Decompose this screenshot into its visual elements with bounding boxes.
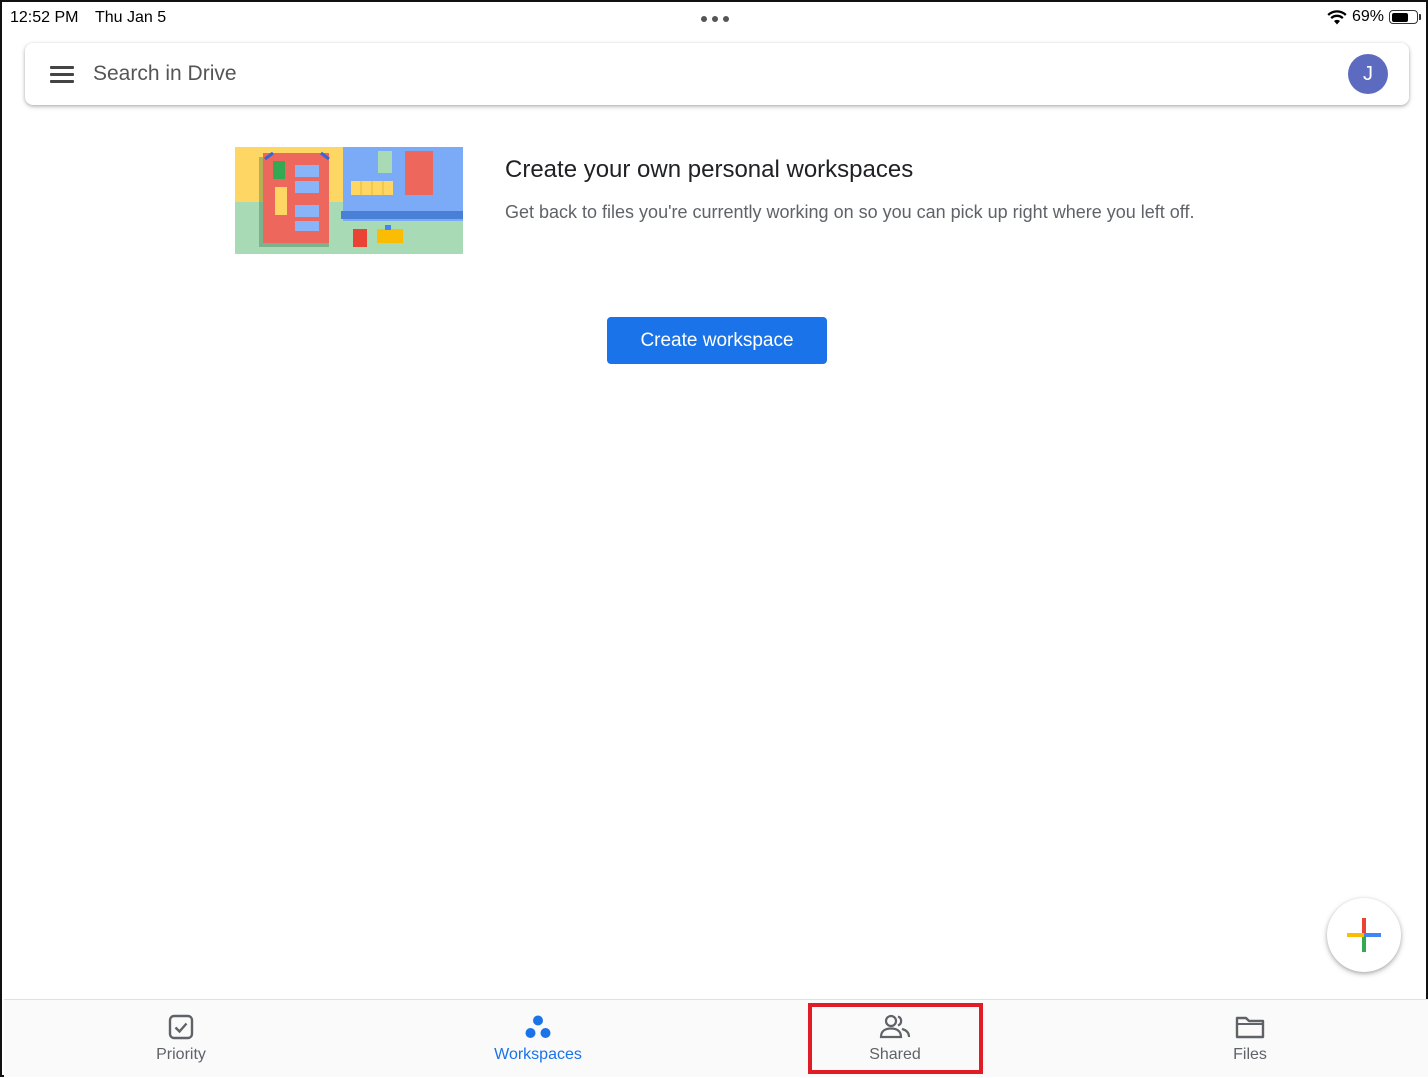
status-date: Thu Jan 5 — [95, 9, 167, 26]
priority-icon — [168, 1014, 194, 1040]
new-item-fab[interactable] — [1327, 898, 1401, 972]
status-bar: 12:52 PM Thu Jan 5 69% — [2, 2, 1426, 36]
search-input[interactable] — [93, 55, 1293, 93]
workspace-illustration — [235, 147, 463, 254]
folder-icon — [1235, 1016, 1265, 1039]
bottom-nav: Priority Workspaces Shared Files — [4, 999, 1428, 1077]
nav-label-shared: Shared — [869, 1046, 921, 1063]
nav-priority[interactable]: Priority — [81, 1000, 281, 1078]
status-indicators: 69% — [1327, 8, 1421, 26]
battery-percent: 69% — [1351, 8, 1384, 25]
app-window: 12:52 PM Thu Jan 5 69% J — [0, 0, 1428, 1077]
create-workspace-button[interactable]: Create workspace — [607, 317, 827, 364]
avatar[interactable]: J — [1348, 54, 1388, 94]
workspaces-icon — [525, 1015, 551, 1038]
nav-files[interactable]: Files — [1150, 1000, 1350, 1078]
shared-icon — [879, 1014, 911, 1039]
nav-label-priority: Priority — [156, 1046, 206, 1063]
search-bar: J — [25, 43, 1409, 105]
wifi-icon — [1327, 9, 1347, 24]
multitasking-dots-icon[interactable] — [701, 16, 729, 22]
promo-description: Get back to files you're currently worki… — [505, 202, 1195, 222]
menu-icon[interactable] — [50, 66, 74, 83]
promo-title: Create your own personal workspaces — [505, 156, 914, 183]
nav-label-files: Files — [1233, 1046, 1267, 1063]
status-time: 12:52 PM — [10, 9, 79, 26]
battery-icon — [1389, 10, 1421, 24]
plus-icon — [1347, 918, 1381, 952]
nav-shared[interactable]: Shared — [795, 1000, 995, 1078]
nav-label-workspaces: Workspaces — [494, 1046, 582, 1063]
nav-workspaces[interactable]: Workspaces — [438, 1000, 638, 1078]
